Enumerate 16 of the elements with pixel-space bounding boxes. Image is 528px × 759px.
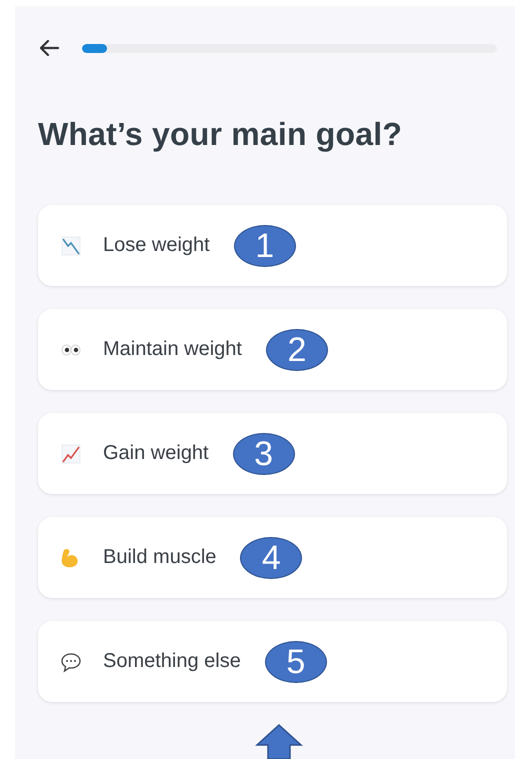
number-callout: 4 [240, 536, 302, 578]
goal-option[interactable]: Build muscle 4 [38, 517, 507, 598]
number-callout: 2 [266, 328, 328, 370]
chart-up-icon [60, 442, 82, 464]
number-callout: 3 [232, 432, 295, 474]
number-callout: 1 [234, 224, 296, 266]
goal-option[interactable]: Something else 5 [38, 621, 507, 702]
number-callout: 5 [264, 640, 327, 682]
question-title: What’s your main goal? [38, 116, 404, 153]
up-arrow-callout [255, 723, 303, 759]
goal-option[interactable]: Maintain weight 2 [38, 309, 507, 390]
chart-down-icon [60, 234, 82, 256]
goal-option[interactable]: Lose weight 1 [38, 205, 507, 286]
back-arrow-icon[interactable] [38, 38, 60, 58]
speech-bubble-icon [60, 650, 82, 672]
goal-option[interactable]: Gain weight 3 [38, 413, 507, 494]
